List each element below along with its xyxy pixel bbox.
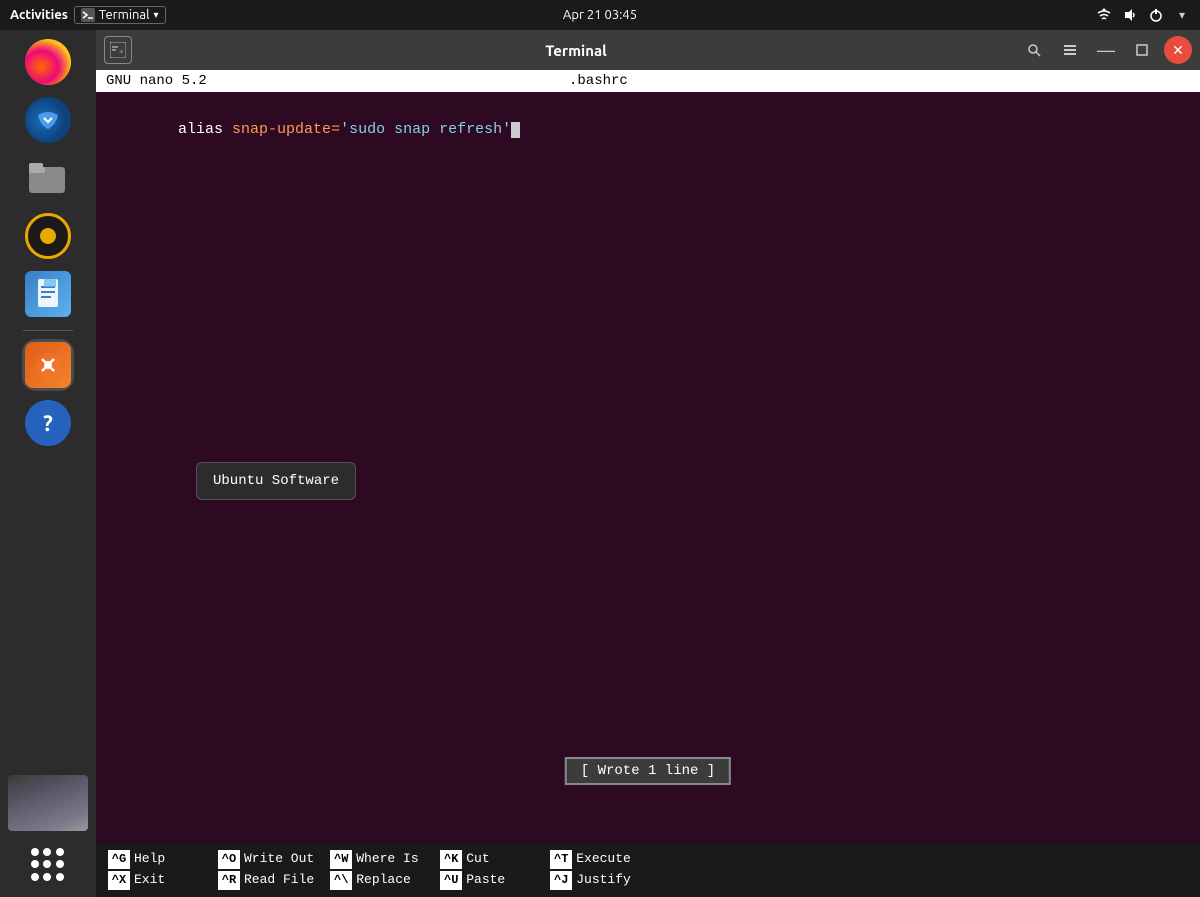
terminal-dropdown-arrow[interactable]: ▾ [154,9,159,21]
code-equals: = [331,121,340,138]
system-datetime: Apr 21 03:45 [563,8,637,22]
close-button[interactable]: ✕ [1164,36,1192,64]
shortcut-key-ctrl-u: ^U [440,871,462,890]
shortcut-label-execute: Execute [576,849,631,870]
shortcut-key-ctrl-w: ^W [330,850,352,869]
wrote-tooltip-text: [ Wrote 1 line ] [581,763,715,779]
code-alias-keyword: alias [178,121,232,138]
shortcut-label-readfile: Read File [244,870,314,891]
sidebar-item-apps-grid[interactable] [22,839,74,891]
terminal-window: + Terminal — ✕ GNU nano 5.2 .bashrc [96,30,1200,897]
sidebar-item-rhythmbox[interactable] [22,210,74,262]
svg-text:+: + [119,47,124,56]
shortcut-key-ctrl-j: ^J [550,871,572,890]
nano-version: GNU nano 5.2 [106,73,207,89]
shortcut-row-readfile: ^R Read File [218,870,314,891]
code-string: 'sudo snap refresh' [340,121,511,138]
shortcut-key-ctrl-backslash: ^\ [330,871,352,890]
activities-label[interactable]: Activities [10,8,68,22]
text-cursor [511,122,520,138]
volume-icon[interactable] [1122,7,1138,23]
terminal-tab-icon[interactable]: + [104,36,132,64]
shortcut-group-help: ^G Help ^X Exit [100,849,210,891]
shortcut-label-paste: Paste [466,870,505,891]
shortcut-group-execute: ^T Execute ^J Justify [542,849,652,891]
maximize-button[interactable] [1128,36,1156,64]
shortcut-row-execute: ^T Execute [550,849,644,870]
shortcut-row-writeout: ^O Write Out [218,849,314,870]
shortcut-row-whereis: ^W Where Is [330,849,424,870]
shortcut-key-ctrl-o: ^O [218,850,240,869]
shortcut-label-cut: Cut [466,849,489,870]
software-icon [25,342,71,388]
shortcut-label-replace: Replace [356,870,411,891]
sidebar-item-help[interactable]: ? [22,397,74,449]
network-icon[interactable] [1096,7,1112,23]
system-topbar: Activities Terminal ▾ Apr 21 03:45 ▾ [0,0,1200,30]
shortcut-row-cut: ^K Cut [440,849,534,870]
shortcut-key-ctrl-g: ^G [108,850,130,869]
nano-titlebar: GNU nano 5.2 .bashrc [96,70,1200,92]
thunderbird-icon [25,97,71,143]
writer-icon [25,271,71,317]
shortcut-group-write: ^O Write Out ^R Read File [210,849,322,891]
terminal-title: Terminal [138,42,1014,59]
shortcut-group-cut: ^K Cut ^U Paste [432,849,542,891]
shortcut-row-exit: ^X Exit [108,870,202,891]
wrote-line-tooltip: [ Wrote 1 line ] [565,757,731,785]
main-layout: ? + Terminal [0,30,1200,897]
terminal-body[interactable]: alias snap-update='sudo snap refresh' Ub… [96,92,1200,843]
power-icon[interactable] [1148,7,1164,23]
shortcut-key-ctrl-r: ^R [218,871,240,890]
topbar-terminal-label[interactable]: Terminal [99,8,150,22]
ubuntu-tooltip-text: Ubuntu Software [213,473,339,489]
shortcut-label-whereis: Where Is [356,849,418,870]
shortcut-label-exit: Exit [134,870,165,891]
files-icon [25,155,71,201]
system-menu-arrow[interactable]: ▾ [1174,7,1190,23]
nano-filename: .bashrc [569,73,628,89]
sidebar-item-writer[interactable] [22,268,74,320]
shortcut-label-help: Help [134,849,165,870]
shortcut-row-replace: ^\ Replace [330,870,424,891]
minimize-button[interactable]: — [1092,36,1120,64]
sidebar-divider-1 [23,330,73,331]
shortcut-key-ctrl-x: ^X [108,871,130,890]
search-button[interactable] [1020,36,1048,64]
shortcut-row-paste: ^U Paste [440,870,534,891]
shortcut-group-whereis: ^W Where Is ^\ Replace [322,849,432,891]
menu-button[interactable] [1056,36,1084,64]
shortcut-key-ctrl-t: ^T [550,850,572,869]
code-line-1: alias snap-update='sudo snap refresh' [106,96,1190,164]
sidebar-item-thunderbird[interactable] [22,94,74,146]
ubuntu-software-tooltip: Ubuntu Software [196,462,356,500]
topbar-terminal-icon[interactable]: Terminal ▾ [74,6,166,24]
shortcut-row-justify: ^J Justify [550,870,644,891]
sidebar-wallpaper-thumb [8,775,88,831]
shortcut-label-justify: Justify [576,870,631,891]
sidebar-item-software[interactable] [22,339,74,391]
terminal-titlebar: + Terminal — ✕ [96,30,1200,70]
shortcut-row-help: ^G Help [108,849,202,870]
sidebar-item-files[interactable] [22,152,74,204]
terminal-controls: — ✕ [1020,36,1192,64]
shortcut-key-ctrl-k: ^K [440,850,462,869]
nano-shortcut-bar: ^G Help ^X Exit ^O Write Out ^R Read Fil… [96,843,1200,897]
firefox-icon [25,39,71,85]
rhythmbox-icon [25,213,71,259]
code-varname: snap-update [232,121,331,138]
sidebar-item-firefox[interactable] [22,36,74,88]
help-icon: ? [25,400,71,446]
apps-grid-icon [25,842,71,888]
shortcut-label-writeout: Write Out [244,849,314,870]
terminal-icon-svg [81,8,95,22]
sidebar: ? [0,30,96,897]
